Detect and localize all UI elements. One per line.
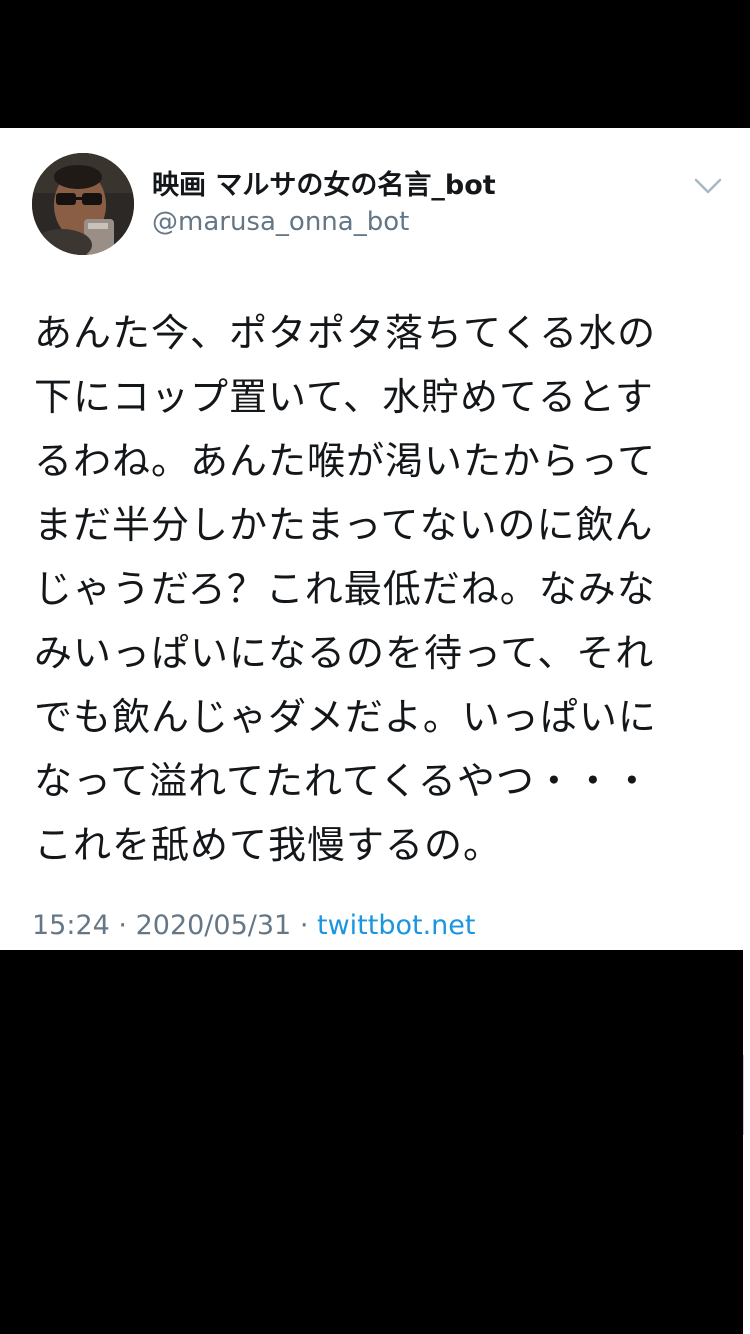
- bottom-black-band: [0, 950, 743, 1334]
- right-edge-strip: [743, 950, 750, 1334]
- right-edge-divider: [743, 1055, 750, 1135]
- author-handle[interactable]: @marusa_onna_bot: [152, 206, 409, 238]
- meta-separator: ·: [118, 910, 127, 941]
- tweet-date: 2020/05/31: [135, 910, 292, 941]
- tweet-source-link[interactable]: twittbot.net: [317, 910, 475, 941]
- tweet-meta: 15:24 · 2020/05/31 · twittbot.net: [32, 909, 475, 943]
- tweet-text: あんた今、ポタポタ落ちてくる水の 下にコップ置いて、水貯めてるとす るわね。あん…: [34, 311, 657, 867]
- tweet-card[interactable]: 映画 マルサの女の名言_bot @marusa_onna_bot あんた今、ポタ…: [0, 128, 750, 950]
- author-display-name[interactable]: 映画 マルサの女の名言_bot: [152, 170, 496, 202]
- author-avatar[interactable]: [32, 153, 134, 255]
- tweet-time: 15:24: [32, 910, 110, 941]
- chevron-down-icon[interactable]: [690, 172, 726, 200]
- meta-separator: ·: [299, 910, 309, 941]
- top-black-band: [0, 0, 750, 128]
- avatar-photo-icon: [32, 153, 134, 255]
